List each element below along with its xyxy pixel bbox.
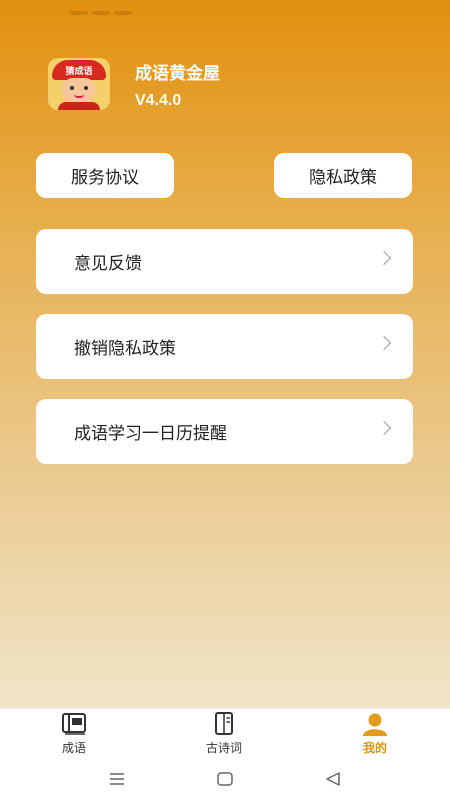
logo-text: 猜成语 xyxy=(65,67,93,77)
menu-item-label: 意见反馈 xyxy=(74,254,142,274)
poetry-book-icon xyxy=(215,712,233,735)
menu-item-label: 成语学习一日历提醒 xyxy=(74,424,227,444)
menu-item-calendar-reminder[interactable]: 成语学习一日历提醒 xyxy=(36,399,413,464)
privacy-policy-button[interactable]: 隐私政策 xyxy=(274,153,412,198)
chevron-right-icon xyxy=(376,335,392,351)
home-icon[interactable] xyxy=(213,768,237,790)
system-navigation-bar xyxy=(0,760,450,800)
tab-poetry[interactable]: 古诗词 xyxy=(174,709,274,761)
app-name: 成语黄金屋 xyxy=(135,64,220,84)
app-logo: 猜成语 xyxy=(48,58,110,110)
bottom-tab-bar: 成语 古诗词 我的 xyxy=(0,708,450,760)
logo-shirt xyxy=(58,102,100,110)
logo-cap: 猜成语 xyxy=(52,60,106,80)
status-bar-remnant xyxy=(70,0,160,15)
chevron-right-icon xyxy=(376,420,392,436)
chevron-right-icon xyxy=(376,250,392,266)
tab-label: 我的 xyxy=(362,741,387,755)
logo-face xyxy=(62,78,96,104)
app-version: V4.4.0 xyxy=(135,92,182,109)
tab-mine[interactable]: 我的 xyxy=(325,709,425,761)
idiom-book-icon xyxy=(62,713,86,735)
menu-icon[interactable] xyxy=(105,768,129,790)
tab-label: 古诗词 xyxy=(205,741,242,755)
tab-label: 成语 xyxy=(61,741,86,755)
menu-item-revoke-privacy[interactable]: 撤销隐私政策 xyxy=(36,314,413,379)
user-icon xyxy=(363,713,387,736)
back-icon[interactable] xyxy=(321,768,345,790)
menu-item-feedback[interactable]: 意见反馈 xyxy=(36,229,413,294)
menu-item-label: 撤销隐私政策 xyxy=(74,339,176,359)
tab-idiom[interactable]: 成语 xyxy=(24,709,124,761)
service-agreement-button[interactable]: 服务协议 xyxy=(36,153,174,198)
